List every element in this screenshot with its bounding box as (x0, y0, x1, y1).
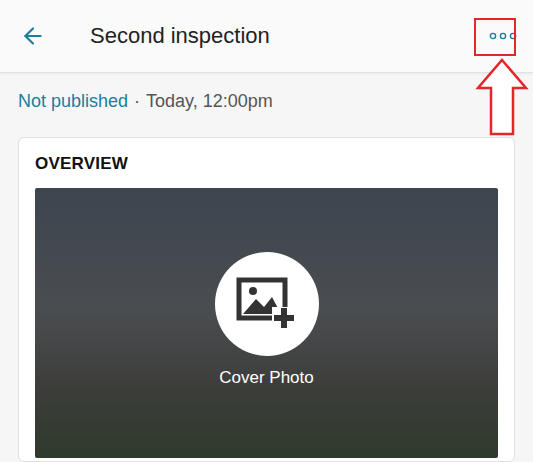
cover-label: Cover Photo (219, 368, 314, 388)
publish-status[interactable]: Not published (18, 91, 128, 112)
add-photo-icon (236, 277, 298, 331)
card-title: OVERVIEW (35, 154, 498, 174)
back-button[interactable] (16, 19, 50, 53)
date: Today, 12:00pm (146, 91, 273, 112)
highlight-box (474, 18, 516, 56)
up-arrow-icon (475, 58, 529, 136)
inspection-screen: Second inspection Not published · Today, 12… (0, 0, 533, 462)
screen-title: Second inspection (90, 23, 485, 49)
app-bar: Second inspection (0, 0, 533, 73)
cover-photo[interactable]: Cover Photo (35, 188, 498, 458)
more-icon (489, 31, 517, 41)
back-arrow-icon (20, 23, 46, 49)
overview-card: OVERVIEW Cover Photo (18, 137, 515, 462)
add-photo-button[interactable] (215, 252, 319, 356)
more-button[interactable] (485, 27, 521, 45)
separator: · (134, 91, 140, 112)
status-row: Not published · Today, 12:00pm (0, 73, 533, 113)
